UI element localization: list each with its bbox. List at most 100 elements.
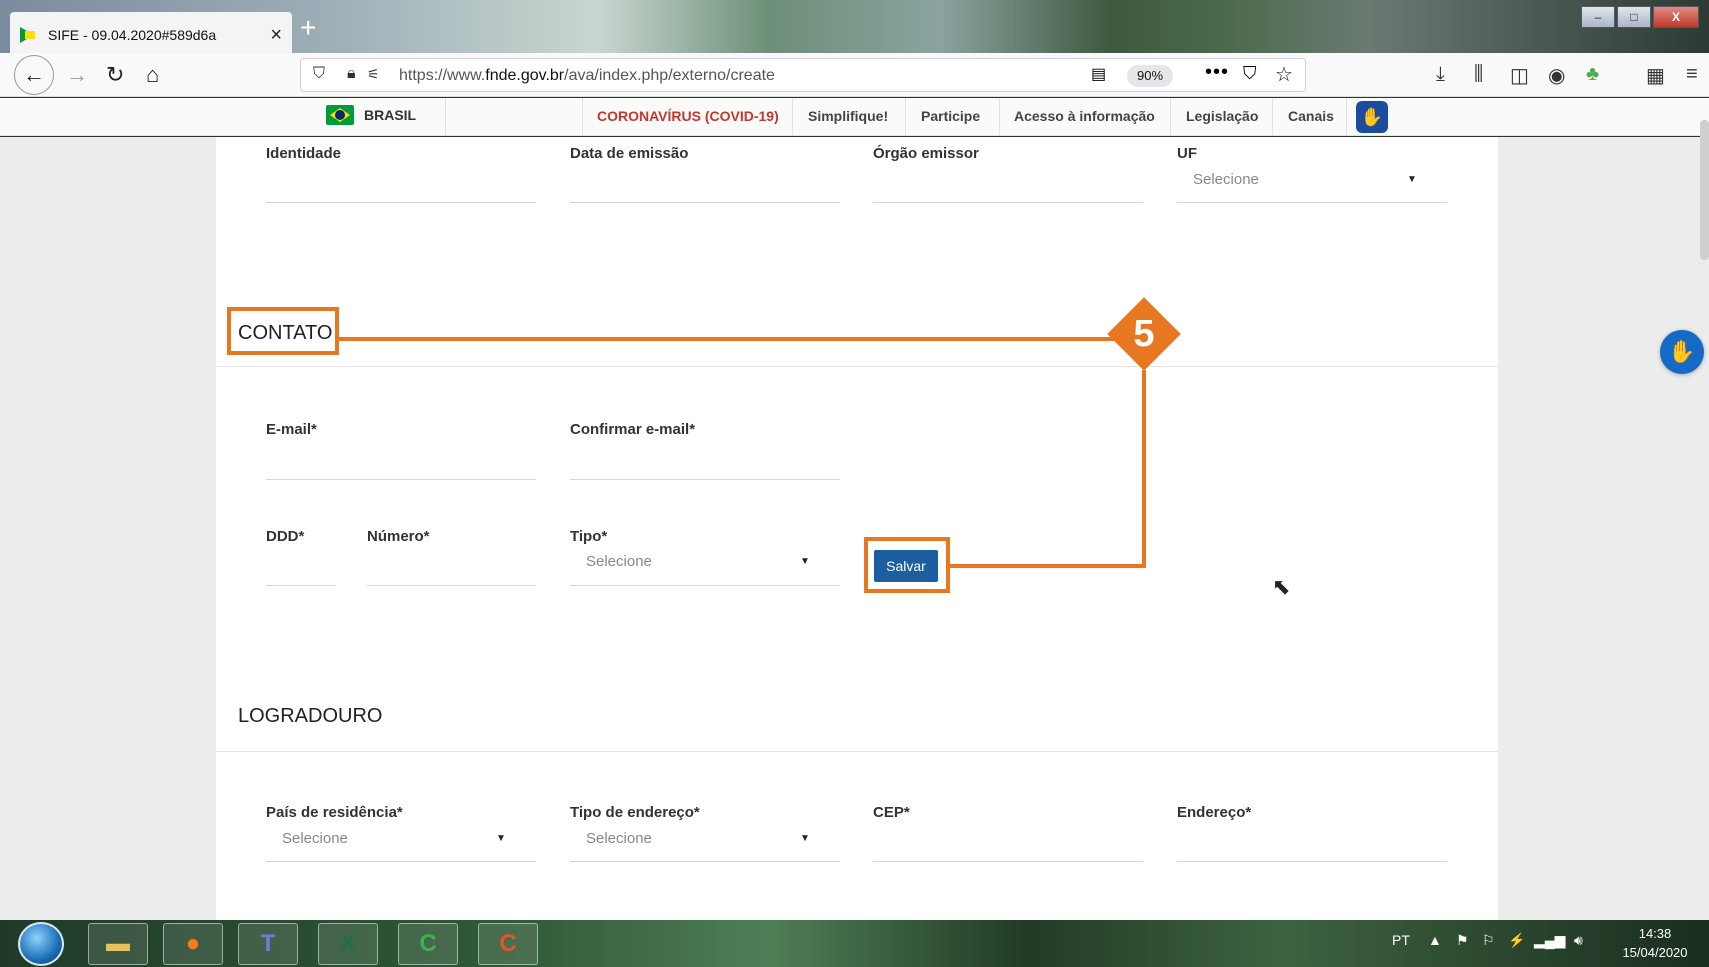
browser-toolbar: ← → ↻ ⌂ ⛉ 🔒︎ ⚟ https://www.fnde.gov.br/a… bbox=[0, 53, 1709, 97]
identidade-field[interactable] bbox=[266, 202, 536, 203]
step-number: 5 bbox=[1133, 313, 1155, 355]
browser-tab[interactable]: SIFE - 09.04.2020#589d6a × bbox=[10, 12, 292, 58]
back-button[interactable]: ← bbox=[14, 55, 54, 95]
endereco-label: Endereço* bbox=[1177, 804, 1252, 821]
zoom-indicator[interactable]: 90% bbox=[1127, 65, 1173, 87]
brasil-link[interactable]: BRASIL bbox=[326, 105, 416, 125]
tipo-endereco-select[interactable]: Selecione bbox=[586, 830, 652, 847]
excel-icon[interactable]: X bbox=[318, 923, 378, 965]
govbar-link-legislacao[interactable]: Legislação bbox=[1186, 108, 1258, 124]
close-window-button[interactable]: X bbox=[1653, 6, 1699, 28]
govbar-link-coronavirus[interactable]: CORONAVÍRUS (COVID-19) bbox=[597, 108, 779, 124]
orgao-emissor-field[interactable] bbox=[873, 202, 1143, 203]
favicon-icon bbox=[20, 27, 40, 43]
minimize-button[interactable]: – bbox=[1581, 6, 1615, 28]
reload-button[interactable]: ↻ bbox=[106, 59, 124, 91]
endereco-field[interactable] bbox=[1177, 861, 1447, 862]
data-emissao-field[interactable] bbox=[570, 202, 840, 203]
language-indicator[interactable]: PT bbox=[1392, 932, 1410, 948]
extension-icon[interactable]: ♣ bbox=[1586, 63, 1599, 86]
uf-underline bbox=[1177, 202, 1447, 203]
data-emissao-label: Data de emissão bbox=[570, 145, 689, 162]
pais-label: País de residência* bbox=[266, 804, 403, 821]
window-controls: – □ X bbox=[1581, 6, 1699, 28]
account-icon[interactable]: ◉ bbox=[1548, 63, 1565, 88]
pais-underline bbox=[266, 861, 536, 862]
numero-field[interactable] bbox=[367, 585, 536, 586]
screen: { "browser": { "tab_title": "SIFE - 09.0… bbox=[0, 0, 1709, 967]
chevron-down-icon: ▼ bbox=[496, 833, 506, 844]
tipo-endereco-underline bbox=[570, 861, 840, 862]
extension2-icon[interactable]: ▦ bbox=[1646, 63, 1665, 88]
uf-select[interactable]: Selecione bbox=[1193, 171, 1259, 188]
chevron-down-icon: ▼ bbox=[800, 556, 810, 567]
forward-button[interactable]: → bbox=[66, 59, 88, 91]
divider bbox=[1170, 98, 1171, 136]
govbar-link-participe[interactable]: Participe bbox=[921, 108, 980, 124]
logradouro-title: LOGRADOURO bbox=[238, 705, 383, 727]
pais-select[interactable]: Selecione bbox=[282, 830, 348, 847]
permissions-icon[interactable]: ⚟ bbox=[367, 66, 380, 83]
mouse-cursor-icon: ⬉ bbox=[1272, 574, 1291, 599]
divider bbox=[1272, 98, 1273, 136]
firefox-icon[interactable]: ● bbox=[163, 923, 223, 965]
show-hidden-icons[interactable]: ▲ bbox=[1428, 932, 1442, 948]
lock-icon[interactable]: 🔒︎ bbox=[347, 65, 356, 83]
tracking-shield-icon[interactable]: ⛉ bbox=[313, 65, 325, 83]
libras-floating-icon[interactable]: ✋ bbox=[1660, 330, 1704, 374]
section-divider bbox=[216, 751, 1498, 752]
annotation-highlight-contato bbox=[227, 307, 339, 355]
ddd-field[interactable] bbox=[266, 585, 336, 586]
file-explorer-icon[interactable]: ▬ bbox=[88, 923, 148, 965]
tab-close-icon[interactable]: × bbox=[270, 24, 282, 47]
address-bar[interactable]: ⛉ 🔒︎ ⚟ https://www.fnde.gov.br/ava/index… bbox=[300, 58, 1306, 92]
url-text[interactable]: https://www.fnde.gov.br/ava/index.php/ex… bbox=[399, 67, 775, 85]
cep-field[interactable] bbox=[873, 861, 1143, 862]
camtasia-recorder-icon[interactable]: C bbox=[398, 923, 458, 965]
divider bbox=[999, 98, 1000, 136]
page-background: Identidade Data de emissão Órgão emissor… bbox=[0, 137, 1709, 920]
reader-view-icon[interactable]: ▤ bbox=[1091, 64, 1106, 84]
section-divider bbox=[216, 366, 1498, 367]
gov-bar: BRASIL CORONAVÍRUS (COVID-19) Simplifiqu… bbox=[0, 98, 1709, 136]
ddd-label: DDD* bbox=[266, 528, 305, 545]
volume-icon[interactable]: 🔊︎ bbox=[1574, 932, 1583, 949]
power-icon[interactable]: ⚡ bbox=[1508, 932, 1525, 949]
step-badge: 5 bbox=[1107, 297, 1181, 371]
bookmark-star-icon[interactable]: ☆ bbox=[1275, 62, 1293, 87]
govbar-link-simplifique[interactable]: Simplifique! bbox=[808, 108, 888, 124]
confirmar-email-field[interactable] bbox=[570, 479, 840, 480]
email-label: E-mail* bbox=[266, 421, 317, 438]
window-titlebar: SIFE - 09.04.2020#589d6a × + – □ X bbox=[0, 0, 1709, 58]
govbar-link-acesso[interactable]: Acesso à informação bbox=[1014, 108, 1155, 124]
tipo-label: Tipo* bbox=[570, 528, 608, 545]
page-scrollbar[interactable] bbox=[1700, 120, 1709, 260]
download-icon[interactable]: ⤓ bbox=[1436, 63, 1445, 86]
tipo-select[interactable]: Selecione bbox=[586, 553, 652, 570]
network-flag-icon[interactable]: ⚑ bbox=[1456, 932, 1469, 949]
orgao-emissor-label: Órgão emissor bbox=[873, 145, 979, 162]
govbar-link-canais[interactable]: Canais bbox=[1288, 108, 1334, 124]
menu-icon[interactable]: ≡ bbox=[1686, 63, 1698, 86]
identidade-label: Identidade bbox=[266, 145, 342, 162]
teams-icon[interactable]: T bbox=[238, 923, 298, 965]
annotation-connector bbox=[1142, 370, 1146, 568]
signal-icon[interactable]: ▂▄▆ bbox=[1534, 932, 1565, 949]
system-clock[interactable]: 14:38 15/04/2020 bbox=[1610, 924, 1700, 962]
libras-accessibility-icon[interactable]: ✋ bbox=[1356, 101, 1388, 133]
numero-label: Número* bbox=[367, 528, 430, 545]
form-panel: Identidade Data de emissão Órgão emissor… bbox=[216, 137, 1498, 920]
brazil-flag-icon bbox=[326, 105, 354, 125]
email-field[interactable] bbox=[266, 479, 536, 480]
action-center-icon[interactable]: ⚐ bbox=[1482, 932, 1495, 949]
new-tab-button[interactable]: + bbox=[300, 14, 316, 42]
chevron-down-icon: ▼ bbox=[800, 833, 810, 844]
pocket-icon[interactable]: ⛉ bbox=[1243, 63, 1257, 84]
home-button[interactable]: ⌂ bbox=[146, 59, 159, 91]
sidebar-icon[interactable]: ◫ bbox=[1510, 63, 1529, 88]
start-button[interactable] bbox=[18, 922, 64, 966]
maximize-button[interactable]: □ bbox=[1617, 6, 1651, 28]
library-icon[interactable]: ⫼ bbox=[1474, 63, 1483, 86]
camtasia-icon[interactable]: C bbox=[478, 923, 538, 965]
page-actions-icon[interactable]: ••• bbox=[1205, 61, 1229, 84]
